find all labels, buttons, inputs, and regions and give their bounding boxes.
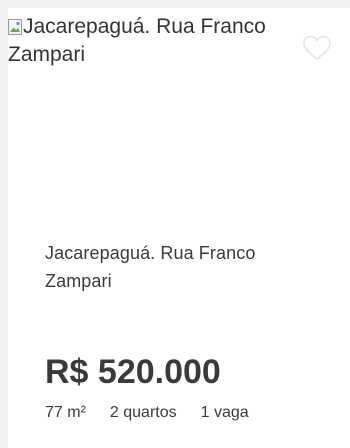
listing-photo-alt: Jacarepaguá. Rua Franco Zampari bbox=[8, 15, 266, 66]
broken-image-icon bbox=[8, 19, 22, 35]
parking-feature: 1 vaga bbox=[200, 404, 249, 421]
bedrooms-feature: 2 quartos bbox=[109, 404, 177, 421]
favorite-button[interactable] bbox=[302, 34, 332, 62]
area-feature: 77 m² bbox=[45, 404, 86, 421]
heart-outline-icon bbox=[303, 35, 331, 60]
listing-photo[interactable]: Jacarepaguá. Rua Franco Zampari bbox=[8, 8, 350, 220]
listing-features: 77 m² 2 quartos 1 vaga bbox=[45, 402, 249, 424]
listing-price: R$ 520.000 bbox=[45, 353, 221, 391]
listing-card[interactable]: Jacarepaguá. Rua Franco Zampari Jacarepa… bbox=[8, 8, 350, 448]
listing-title[interactable]: Jacarepaguá. Rua Franco Zampari bbox=[45, 239, 315, 295]
